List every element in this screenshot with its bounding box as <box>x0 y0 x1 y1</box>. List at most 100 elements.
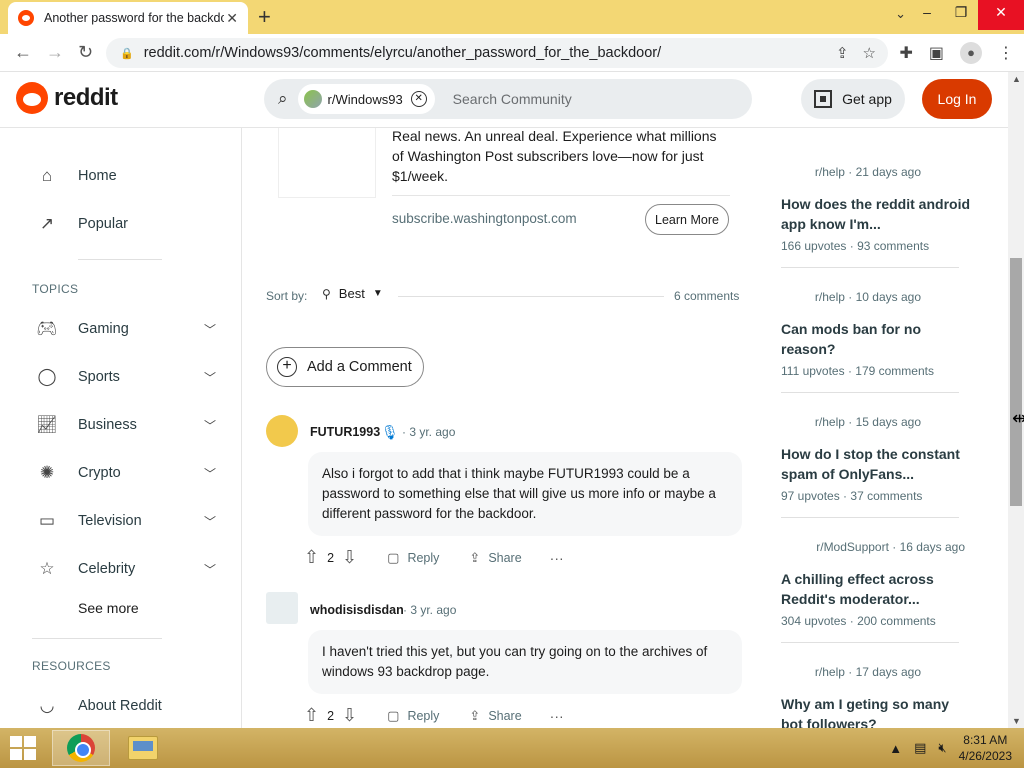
browser-tab[interactable]: Another password for the backdoor ✕ <box>8 2 248 34</box>
related-post[interactable]: r/help · 17 days ago Why am I geting so … <box>781 665 971 728</box>
see-more-link[interactable]: See more <box>78 600 139 616</box>
share-button[interactable]: ⇪ Share <box>469 550 521 566</box>
show-hidden-icons-icon[interactable]: ▲ <box>889 741 902 756</box>
avatar[interactable] <box>266 415 298 447</box>
comment-age: · 3 yr. ago <box>402 425 456 439</box>
address-bar[interactable]: 🔒 reddit.com/r/Windows93/comments/elyrcu… <box>106 38 888 68</box>
more-options-icon[interactable]: ··· <box>550 708 564 724</box>
related-post-title[interactable]: Can mods ban for no reason? <box>781 319 971 359</box>
reddit-header: reddit ⌕ r/Windows93 ✕ Search Community … <box>0 72 1008 128</box>
qr-code-icon <box>814 90 833 108</box>
window-controls: – ❐ ✕ <box>910 0 1024 30</box>
kebab-menu-icon[interactable]: ⋮ <box>998 43 1014 63</box>
volume-muted-icon[interactable]: 🔇︎ <box>938 740 946 756</box>
ad-body-text[interactable]: Real news. An unreal deal. Experience wh… <box>392 126 732 186</box>
search-input[interactable]: Search Community <box>453 91 572 107</box>
new-tab-button[interactable]: + <box>258 4 271 30</box>
close-window-button[interactable]: ✕ <box>978 0 1024 30</box>
reddit-logo[interactable]: reddit <box>16 82 118 114</box>
subreddit-avatar <box>303 90 322 108</box>
related-post-title[interactable]: How do I stop the constant spam of OnlyF… <box>781 444 971 484</box>
tab-search-dropdown-icon[interactable]: ⌄ <box>895 6 906 22</box>
related-post[interactable]: r/help · 21 days ago How does the reddit… <box>781 165 971 253</box>
share-button[interactable]: ⇪ Share <box>469 708 521 724</box>
nav-item-television[interactable]: ▭ Television ﹀ <box>36 510 216 532</box>
reload-icon[interactable]: ↻ <box>78 42 93 63</box>
chevron-down-icon[interactable]: ﹀ <box>204 417 216 434</box>
comments: 37 comments <box>850 489 923 503</box>
upvote-icon[interactable]: ⇧ <box>304 547 319 568</box>
ad-domain-link[interactable]: subscribe.washingtonpost.com <box>392 211 577 226</box>
topics-heading: TOPICS <box>32 282 79 296</box>
chevron-down-icon[interactable]: ﹀ <box>204 369 216 386</box>
comment-count: 6 comments <box>674 289 740 303</box>
star-icon[interactable]: ☆ <box>863 44 876 62</box>
reply-button[interactable]: ▢ Reply <box>387 550 439 566</box>
search-bar[interactable]: ⌕ r/Windows93 ✕ Search Community <box>264 79 752 119</box>
profile-icon[interactable]: ● <box>960 42 982 64</box>
nav-item-sports[interactable]: ◯ Sports ﹀ <box>36 366 216 388</box>
comment-author[interactable]: whodisisdisdan <box>310 603 404 617</box>
puzzle-icon[interactable]: ✚ <box>899 43 912 63</box>
tab-close-icon[interactable]: ✕ <box>226 10 238 27</box>
related-post-meta: r/help · 15 days ago <box>814 415 921 429</box>
nav-item-business[interactable]: 📈︎ Business ﹀ <box>36 414 216 436</box>
chevron-down-icon[interactable]: ﹀ <box>204 465 216 482</box>
share-icon[interactable]: ⇪ <box>836 44 849 62</box>
nav-item-gaming[interactable]: 🎮︎ Gaming ﹀ <box>36 318 216 340</box>
url-text: reddit.com/r/Windows93/comments/elyrcu/a… <box>143 45 662 61</box>
sidepanel-icon[interactable]: ▣ <box>929 43 944 63</box>
related-post-title[interactable]: How does the reddit android app know I'm… <box>781 194 971 234</box>
nav-item-celebrity[interactable]: ☆ Celebrity ﹀ <box>36 558 216 580</box>
forward-arrow-icon[interactable]: → <box>46 42 64 63</box>
scrollbar-thumb[interactable] <box>1010 258 1022 506</box>
nav-item-crypto[interactable]: ✺ Crypto ﹀ <box>36 462 216 484</box>
downvote-icon[interactable]: ⇩ <box>342 547 357 568</box>
nav-item-label: Television <box>78 513 142 529</box>
related-post-title[interactable]: A chilling effect across Reddit's modera… <box>781 569 971 609</box>
tab-title: Another password for the backdoor <box>44 11 224 25</box>
resources-heading: RESOURCES <box>32 659 111 673</box>
vote-score: 2 <box>327 708 335 723</box>
divider <box>781 517 959 518</box>
avatar[interactable] <box>266 592 298 624</box>
downvote-icon[interactable]: ⇩ <box>342 705 357 726</box>
lock-icon[interactable]: 🔒 <box>120 47 134 60</box>
nav-item-popular[interactable]: ↗ Popular <box>36 213 216 235</box>
scroll-down-icon[interactable]: ▼ <box>1012 716 1021 726</box>
nav-item-about-reddit[interactable]: ◡ About Reddit <box>36 695 216 717</box>
more-options-icon[interactable]: ··· <box>550 550 564 566</box>
vote-score: 2 <box>327 550 335 565</box>
login-button[interactable]: Log In <box>922 79 992 119</box>
upvote-icon[interactable]: ⇧ <box>304 705 319 726</box>
chevron-down-icon[interactable]: ﹀ <box>204 513 216 530</box>
network-icon[interactable]: ▤ <box>914 740 926 756</box>
taskbar-chrome[interactable] <box>52 730 110 766</box>
page-scrollbar[interactable]: ▲ ▼ <box>1008 72 1024 728</box>
related-post[interactable]: r/help · 10 days ago Can mods ban for no… <box>781 290 971 378</box>
windows-start-icon[interactable] <box>10 736 36 760</box>
nav-item-home[interactable]: ⌂ Home <box>36 165 216 187</box>
ad-thumbnail[interactable] <box>278 128 376 198</box>
learn-more-button[interactable]: Learn More <box>645 204 729 235</box>
reply-button[interactable]: ▢ Reply <box>387 708 439 724</box>
clear-chip-icon[interactable]: ✕ <box>410 91 427 107</box>
taskbar-file-explorer[interactable] <box>114 730 172 766</box>
maximize-button[interactable]: ❐ <box>944 0 978 30</box>
related-post-title[interactable]: Why am I geting so many bot followers? <box>781 694 971 728</box>
get-app-button[interactable]: Get app <box>801 79 905 119</box>
scroll-up-icon[interactable]: ▲ <box>1012 74 1021 84</box>
add-comment-button[interactable]: + Add a Comment <box>266 347 424 387</box>
chevron-down-icon[interactable]: ﹀ <box>204 561 216 578</box>
share-icon: ⇪ <box>469 549 481 565</box>
minimize-button[interactable]: – <box>910 0 944 30</box>
rocket-icon: ⚲ <box>322 286 331 301</box>
chevron-down-icon[interactable]: ﹀ <box>204 321 216 338</box>
related-post[interactable]: r/help · 15 days ago How do I stop the c… <box>781 415 971 503</box>
comment-author[interactable]: FUTUR1993 <box>310 425 380 439</box>
subreddit-chip[interactable]: r/Windows93 ✕ <box>297 84 435 114</box>
back-arrow-icon[interactable]: ← <box>14 42 32 63</box>
sort-dropdown[interactable]: ⚲ Best ▼ <box>322 286 383 301</box>
clock[interactable]: 8:31 AM 4/26/2023 <box>959 732 1012 764</box>
related-post[interactable]: r/ModSupport · 16 days ago A chilling ef… <box>781 540 971 628</box>
